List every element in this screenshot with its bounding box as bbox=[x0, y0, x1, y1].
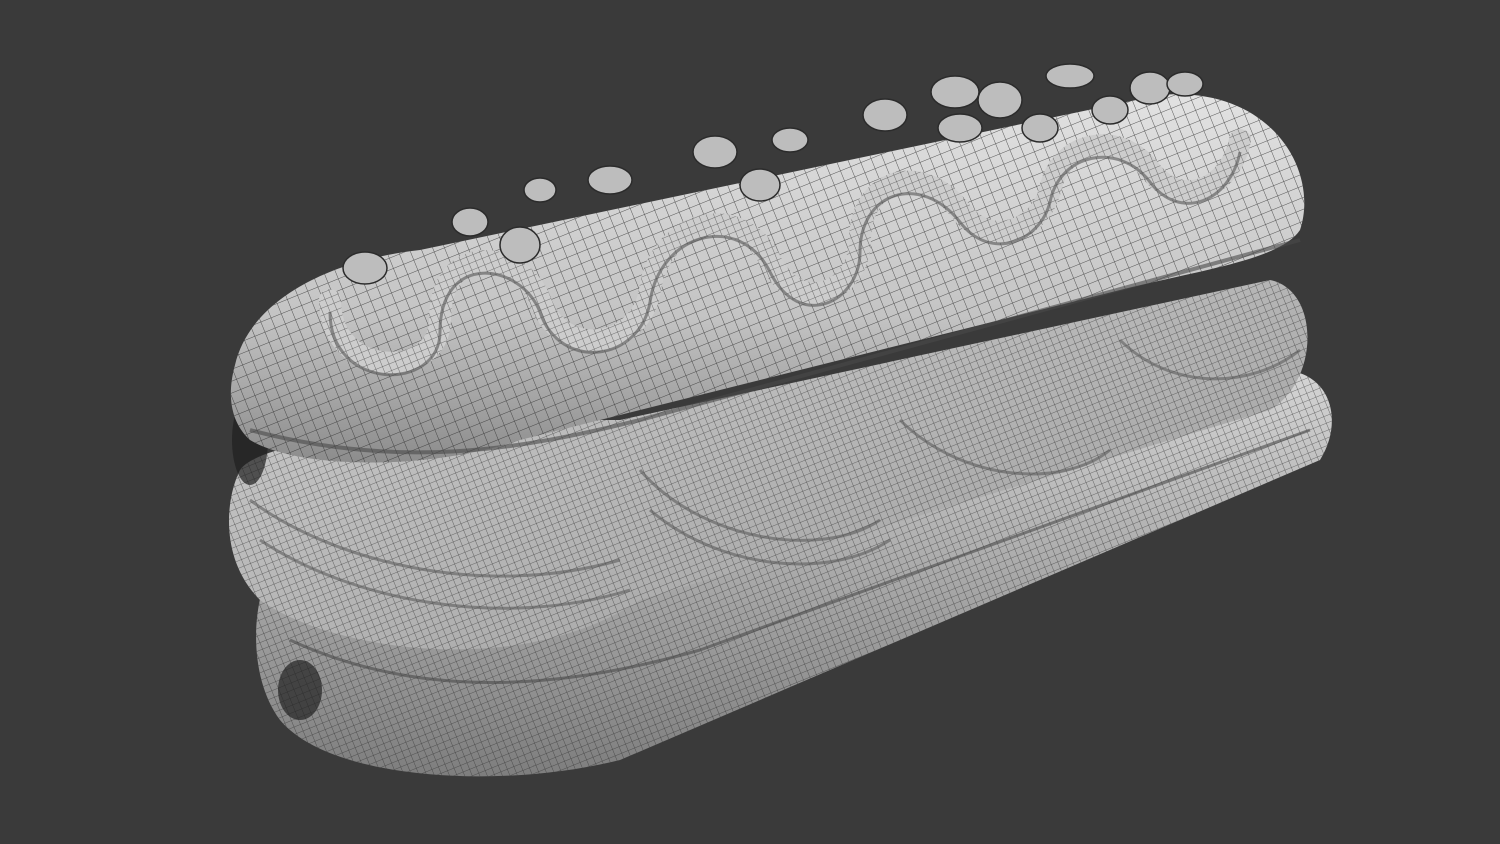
3d-viewport[interactable] bbox=[0, 0, 1500, 844]
eclair-wireframe-render bbox=[228, 63, 1332, 777]
